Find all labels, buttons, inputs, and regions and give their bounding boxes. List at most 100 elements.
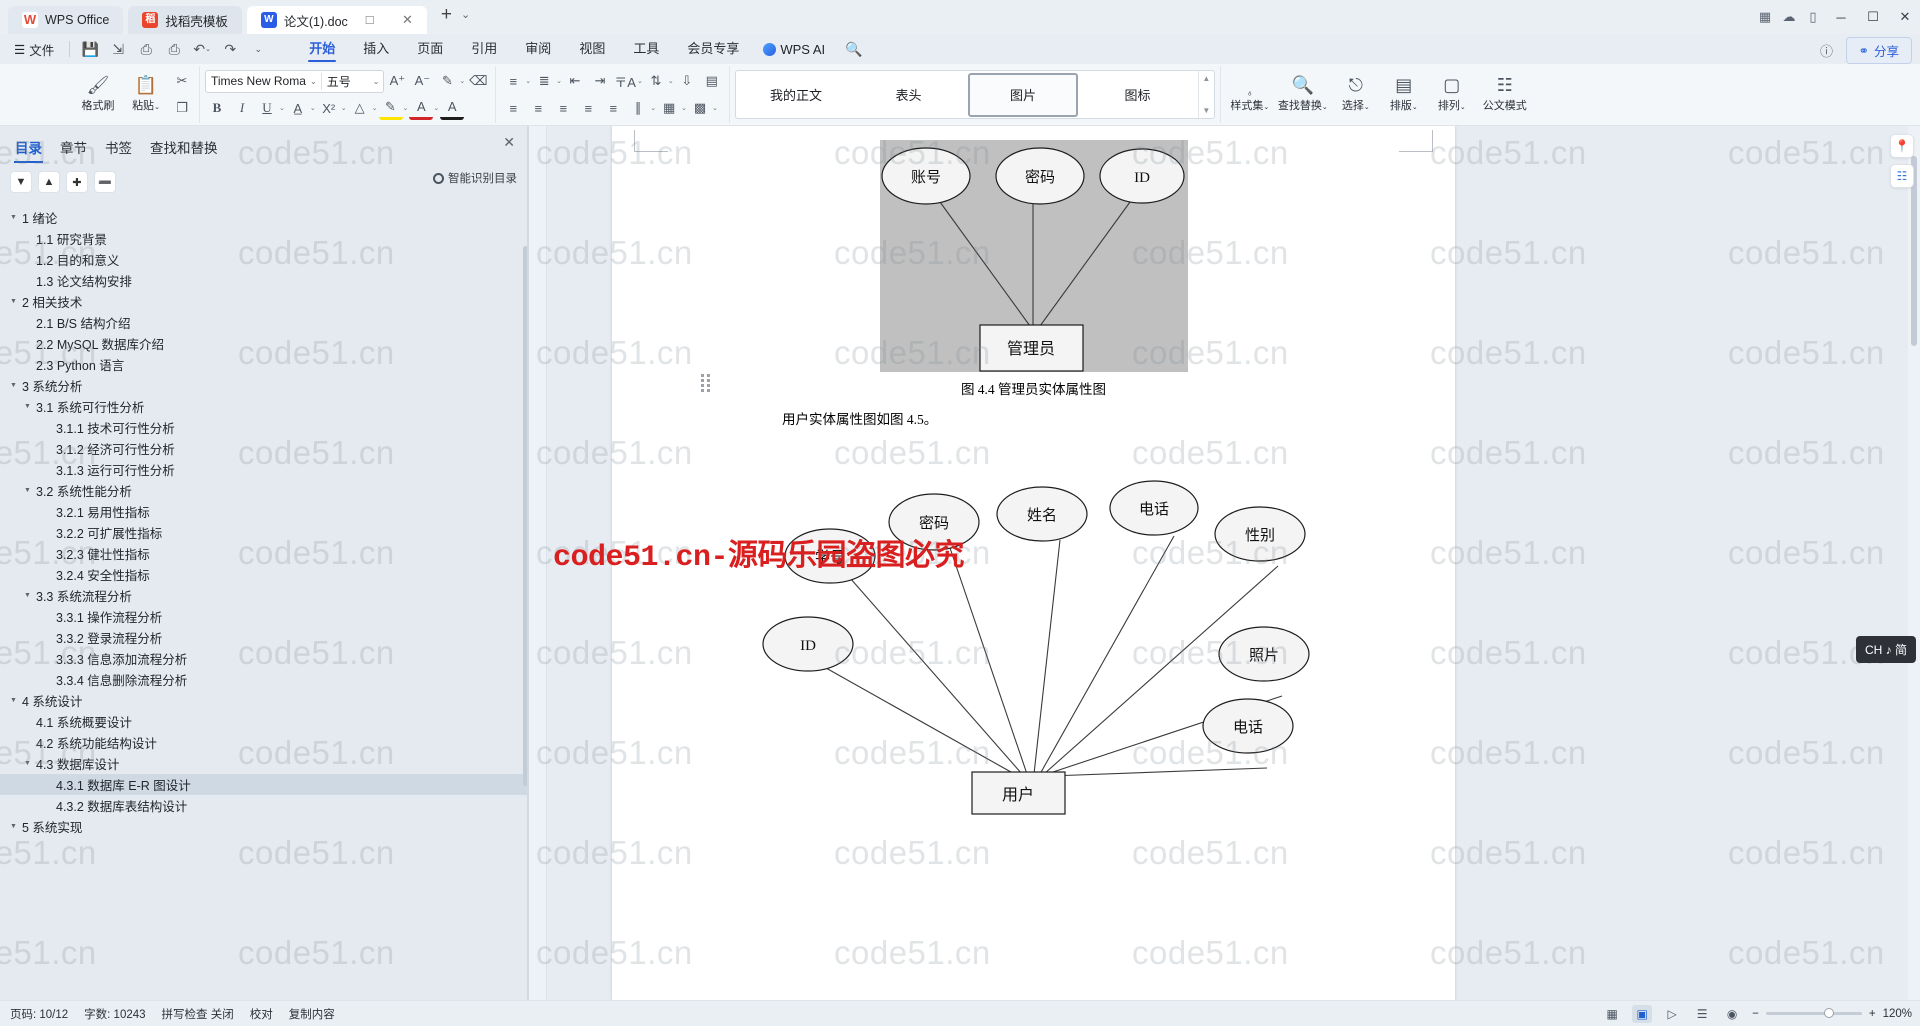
copy-icon[interactable]: ❐ [170, 96, 194, 120]
toc-item-3-1-3[interactable]: 3.1.3 运行可行性分析 [0, 459, 529, 480]
toc-item-3-1-2[interactable]: 3.1.2 经济可行性分析 [0, 438, 529, 459]
increase-indent-button[interactable]: ⇥ [588, 69, 612, 93]
align-right-button[interactable]: ≡ [551, 96, 575, 120]
tab-insert[interactable]: 插入 [349, 34, 403, 64]
layers-icon[interactable]: ☷ [1890, 164, 1914, 188]
tab-document[interactable]: W 论文(1).doc ☐ ✕ [246, 6, 427, 34]
character-border-button[interactable]: A [440, 96, 465, 120]
typeset-button[interactable]: ▤ 排版⌄ [1380, 66, 1428, 123]
chevron-down-icon[interactable]: ▼ [10, 171, 32, 193]
toc-item-1-3[interactable]: 1.3 论文结构安排 [0, 270, 529, 291]
highlight-color-button[interactable]: ✎ [378, 96, 403, 120]
chevron-down-icon[interactable]: ⌄ [650, 104, 656, 112]
doc-state[interactable]: 校对 [250, 1006, 273, 1022]
tab-list-chevron-icon[interactable]: ⌄ [461, 8, 470, 21]
grid-icon[interactable]: ▦ [1754, 6, 1776, 28]
tab-restore-icon[interactable]: ☐ [355, 14, 375, 27]
edit-mode[interactable]: 复制内容 [289, 1006, 335, 1022]
toc-item-4-2[interactable]: 4.2 系统功能结构设计 [0, 732, 529, 753]
tab-template[interactable]: 稻 找稻壳模板 [128, 6, 242, 34]
expander-icon[interactable]: ▼ [24, 487, 36, 494]
superscript-button[interactable]: X² [317, 96, 341, 120]
focus-icon[interactable]: ◉ [1722, 1005, 1742, 1023]
close-icon[interactable]: ✕ [503, 134, 515, 151]
sidebar-tab-toc[interactable]: 目录 [8, 135, 49, 163]
toc-item-4-3[interactable]: ▼ 4.3 数据库设计 [0, 753, 529, 774]
underline-button[interactable]: U [255, 96, 279, 120]
sort-button[interactable]: ⇩ [675, 69, 699, 93]
justify-button[interactable]: ≡ [576, 96, 600, 120]
sidebar-tab-find-replace[interactable]: 查找和替换 [143, 135, 225, 159]
zoom-out-button[interactable]: − [1752, 1008, 1759, 1020]
style-item-icon[interactable]: 图标 [1084, 73, 1191, 117]
expander-icon[interactable]: ▼ [24, 403, 36, 410]
chevron-down-icon[interactable]: ⌄ [637, 77, 643, 85]
figure-user-er[interactable]: 学号 密码 姓名 电话 性别 照片 电话 ID 用户 [722, 456, 1342, 846]
chevron-down-icon[interactable]: ⌄ [372, 104, 378, 112]
toc-item-1-1[interactable]: 1.1 研究背景 [0, 228, 529, 249]
quick-access-more-icon[interactable]: ⌄ [245, 37, 271, 61]
zoom-slider[interactable]: − + 120% [1752, 1008, 1912, 1020]
tab-review[interactable]: 审阅 [511, 34, 565, 64]
expander-icon[interactable]: ▼ [10, 823, 22, 830]
chevron-up-icon[interactable]: ▲ [1202, 74, 1210, 83]
chevron-down-icon[interactable]: ⌄ [279, 104, 285, 112]
toc-item-4[interactable]: ▼ 4 系统设计 [0, 690, 529, 711]
toc-item-3-2-2[interactable]: 3.2.2 可扩展性指标 [0, 522, 529, 543]
sidebar-tab-chapter[interactable]: 章节 [53, 135, 94, 159]
paste-button[interactable]: 📋 粘贴⌄ [122, 66, 170, 123]
print-icon[interactable]: ⎙ [133, 37, 159, 61]
figure-admin-er[interactable]: 账号 密码 ID 管理员 [880, 140, 1188, 372]
align-left-button[interactable]: ≡ [501, 96, 525, 120]
location-pin-icon[interactable]: 📍 [1890, 134, 1914, 158]
zoom-in-button[interactable]: + [1869, 1008, 1876, 1020]
reading-icon[interactable]: ▷ [1662, 1005, 1682, 1023]
chevron-down-icon[interactable]: ⌄ [341, 104, 347, 112]
toc-item-4-3-2[interactable]: 4.3.2 数据库表结构设计 [0, 795, 529, 816]
expander-icon[interactable]: ▼ [24, 592, 36, 599]
table-of-contents[interactable]: ▼ 1 绪论 1.1 研究背景 1.2 目的和意义 1.3 论文结构安排 ▼ 2 相关技术 2… [0, 197, 529, 1000]
cloud-icon[interactable]: ☁ [1778, 6, 1800, 28]
outline-icon[interactable]: ☰ [1692, 1005, 1712, 1023]
toc-item-2-2[interactable]: 2.2 MySQL 数据库介绍 [0, 333, 529, 354]
tab-wps-office[interactable]: W WPS Office [8, 6, 124, 34]
tab-member[interactable]: 会员专享 [673, 34, 753, 64]
scissors-icon[interactable]: ✂ [170, 69, 194, 93]
decrease-indent-button[interactable]: ⇤ [563, 69, 587, 93]
text-shading-button[interactable]: △ [348, 96, 372, 120]
align-center-button[interactable]: ≡ [526, 96, 550, 120]
help-icon[interactable]: ⓘ [1816, 40, 1838, 62]
tab-page[interactable]: 页面 [403, 34, 457, 64]
select-button[interactable]: ⎋ 选择⌄ [1332, 66, 1380, 123]
official-doc-button[interactable]: ☷ 公文模式 [1476, 66, 1534, 123]
chevron-down-icon[interactable]: ⌄ [556, 77, 562, 85]
bold-button[interactable]: B [205, 96, 229, 120]
toc-item-3-3-2[interactable]: 3.3.2 登录流程分析 [0, 627, 529, 648]
chevron-down-icon[interactable]: ⌄ [681, 104, 687, 112]
tab-start[interactable]: 开始 [295, 34, 349, 64]
toc-item-1-2[interactable]: 1.2 目的和意义 [0, 249, 529, 270]
expander-icon[interactable]: ▼ [10, 298, 22, 305]
increase-font-button[interactable]: A⁺ [385, 69, 409, 93]
tab-view[interactable]: 视图 [565, 34, 619, 64]
toc-item-1[interactable]: ▼ 1 绪论 [0, 207, 529, 228]
expander-icon[interactable]: ▼ [24, 760, 36, 767]
smart-toc-button[interactable]: 智能识别目录 [433, 170, 517, 186]
toc-item-5[interactable]: ▼ 5 系统实现 [0, 816, 529, 837]
toc-item-3[interactable]: ▼ 3 系统分析 [0, 375, 529, 396]
tab-close-icon[interactable]: ✕ [390, 12, 413, 28]
print-layout-icon[interactable]: ▣ [1632, 1004, 1653, 1023]
share-button[interactable]: ⚭ 分享 [1845, 37, 1912, 64]
style-item-my-body[interactable]: 我的正文 [743, 73, 850, 117]
wps-ai-button[interactable]: WPS AI [753, 42, 835, 57]
chevron-down-icon[interactable]: ⌄ [668, 77, 674, 85]
tab-tools[interactable]: 工具 [619, 34, 673, 64]
chevron-down-icon[interactable]: ▼ [1202, 106, 1210, 115]
save-icon[interactable]: 💾 [77, 37, 103, 61]
strikethrough-button[interactable]: A̲ [286, 96, 310, 120]
numbered-list-button[interactable]: ≣ [532, 69, 556, 93]
toc-item-3-3-1[interactable]: 3.3.1 操作流程分析 [0, 606, 529, 627]
toc-item-3-3[interactable]: ▼ 3.3 系统流程分析 [0, 585, 529, 606]
decrease-font-button[interactable]: A⁻ [410, 69, 434, 93]
expander-icon[interactable]: ▼ [10, 382, 22, 389]
